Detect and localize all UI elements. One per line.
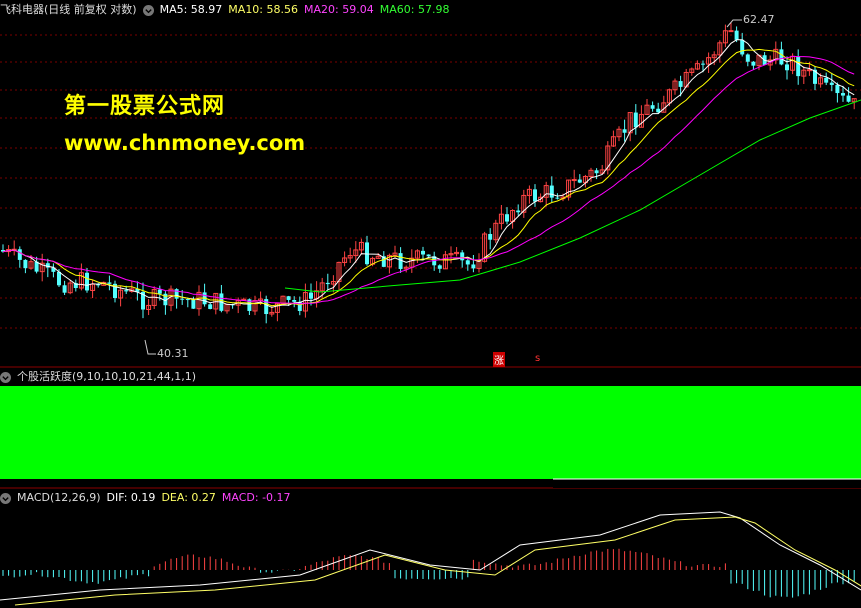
dea-line <box>14 516 861 606</box>
candle-body <box>779 49 784 65</box>
candle-body <box>806 69 812 72</box>
candle-body <box>465 260 470 265</box>
candle-body <box>62 285 67 293</box>
ma60-line <box>284 99 861 293</box>
macd-histogram <box>2 548 855 598</box>
settings-circle-icon[interactable] <box>142 4 154 16</box>
indicator-legend: 个股活跃度(9,10,10,10,21,44,1,1) <box>0 368 196 386</box>
activity-bar-notch <box>553 479 861 488</box>
macd-value-label: MACD: -0.17 <box>221 491 291 504</box>
macd-legend: MACD(12,26,9) DIF: 0.19 DEA: 0.27 MACD: … <box>0 489 291 507</box>
candle-body <box>824 77 829 83</box>
candle-body <box>701 63 705 65</box>
candle-body <box>191 299 196 309</box>
ma10-label: MA10: 58.56 <box>228 3 299 16</box>
macd-title: MACD(12,26,9) <box>17 491 101 504</box>
ma5-line <box>2 39 855 308</box>
candle-body <box>678 81 683 87</box>
indicator-title: 个股活跃度(9,10,10,10,21,44,1,1) <box>17 370 197 383</box>
dif-label: DIF: 0.19 <box>106 491 156 504</box>
ma60-label: MA60: 57.98 <box>379 3 450 16</box>
candle-body <box>516 210 521 213</box>
candle-body <box>835 84 840 94</box>
candle-body <box>309 292 313 299</box>
candle-body <box>107 282 112 284</box>
ma20-label: MA20: 59.04 <box>304 3 374 16</box>
candle-body <box>124 290 129 292</box>
dif-line <box>0 511 861 601</box>
candle-body <box>555 197 560 199</box>
dea-label: DEA: 0.27 <box>161 491 216 504</box>
candle-body <box>208 304 213 309</box>
main-legend: 飞科电器(日线 前复权 对数) MA5: 58.97 MA10: 58.56 M… <box>0 1 449 19</box>
candle-body <box>185 299 190 301</box>
low-price-label: 40.31 <box>157 347 189 360</box>
candle-body <box>533 189 537 202</box>
candle-body <box>292 299 297 302</box>
candle-body <box>437 265 442 269</box>
candlesticks <box>1 21 857 324</box>
candle-body <box>157 289 162 294</box>
candle-body <box>488 233 493 240</box>
low-pointer <box>144 339 156 355</box>
candle-body <box>325 282 330 285</box>
candle-body <box>505 214 509 222</box>
candle-body <box>785 64 789 71</box>
settings-circle-icon[interactable] <box>0 492 11 504</box>
candle-body <box>594 170 599 174</box>
candle-body <box>577 179 582 183</box>
candle-body <box>421 250 425 255</box>
candle-body <box>460 252 465 261</box>
candle-body <box>286 296 291 300</box>
high-price-label: 62.47 <box>743 13 775 26</box>
candle-body <box>23 259 28 269</box>
activity-bar <box>0 386 861 479</box>
candle-body <box>365 242 369 265</box>
watermark-title: 第一股票公式网 <box>64 94 226 119</box>
candle-body <box>633 112 638 128</box>
candle-body <box>180 298 185 300</box>
s-marker: s <box>535 353 541 364</box>
settings-circle-icon[interactable] <box>0 371 11 383</box>
candle-body <box>571 179 577 182</box>
candle-body <box>426 254 431 257</box>
candle-body <box>796 56 801 77</box>
candle-body <box>57 271 61 286</box>
stock-title: 飞科电器(日线 前复权 对数) <box>0 3 137 16</box>
zhang-marker: 涨 <box>493 352 505 367</box>
high-pointer <box>726 19 742 28</box>
candle-body <box>751 61 756 66</box>
candle-body <box>471 264 476 269</box>
moving-average-lines <box>2 39 861 308</box>
candle-body <box>841 93 845 96</box>
price-grid <box>0 34 861 329</box>
watermark-url[interactable]: www.chnmoney.com <box>64 131 305 155</box>
candle-body <box>17 249 22 260</box>
candle-body <box>650 105 655 109</box>
candle-body <box>85 272 89 291</box>
candle-body <box>740 39 745 55</box>
candle-body <box>734 30 739 40</box>
macd-lines <box>0 511 861 606</box>
candle-body <box>829 82 834 85</box>
candle-body <box>549 185 554 198</box>
ma5-label: MA5: 58.97 <box>159 3 223 16</box>
candle-body <box>846 95 851 102</box>
candle-body <box>728 30 734 33</box>
candle-body <box>622 129 627 133</box>
candle-body <box>745 54 750 62</box>
